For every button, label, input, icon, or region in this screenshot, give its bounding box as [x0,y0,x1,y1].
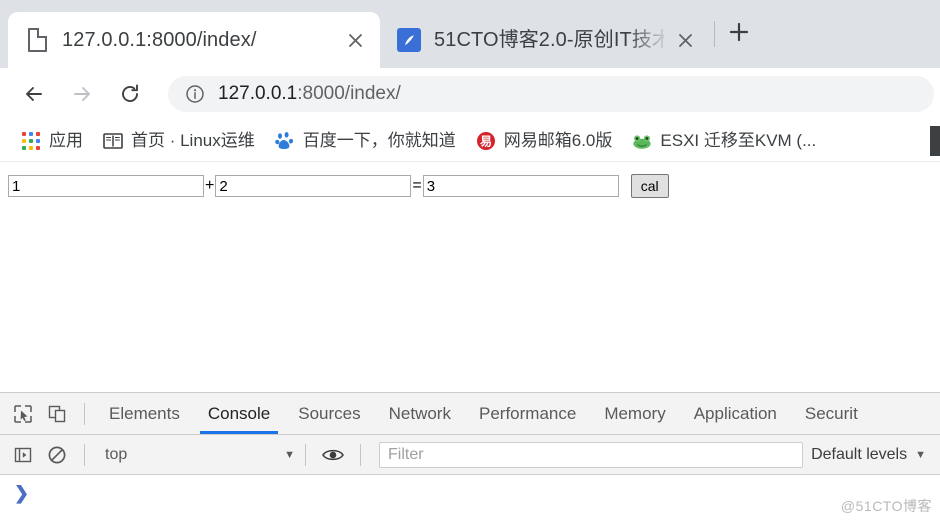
tab-application[interactable]: Application [680,393,791,434]
devtools-tab-label: Application [693,403,777,423]
devtools-tab-label: Securit [804,403,858,423]
tab-separator [714,21,715,47]
bookmark-baidu[interactable]: 百度一下，你就知道 [268,126,463,156]
svg-text:易: 易 [480,134,492,148]
clear-console-icon[interactable] [40,438,74,472]
devtools-toolbar-separator [84,402,85,425]
devtools-tab-label: Performance [478,403,577,423]
bookmark-label: 应用 [49,130,83,150]
operand-a-input[interactable] [8,175,204,197]
url-host: 127.0.0.1 [218,83,298,104]
console-filter-input[interactable]: Filter [379,441,804,468]
tab-title: 127.0.0.1:8000/index/ [62,29,257,51]
tab-performance[interactable]: Performance [465,393,590,434]
tab-memory[interactable]: Memory [590,393,679,434]
bookmark-label: 百度一下，你就知道 [302,130,456,150]
log-levels-selector[interactable]: Default levels ▼ [811,446,940,464]
tab-elements[interactable]: Elements [95,393,194,434]
console-prompt-caret: ❯ [14,483,30,503]
frog-icon [632,131,652,151]
plus-operator-label: + [205,177,215,194]
tab-title: 51CTO博客2.0-原创IT技术文章分 [434,29,664,51]
info-circle-icon[interactable] [184,83,206,105]
reload-button[interactable] [110,74,150,114]
operand-b-input[interactable] [215,175,412,197]
chevron-down-icon: ▼ [284,448,295,461]
devtools-tab-label: Console [207,403,271,423]
execution-context-selector[interactable]: top ▼ [95,446,295,464]
console-toolbar: top ▼ Filter Default levels ▼ [0,435,940,475]
browser-tab-51cto[interactable]: 51CTO博客2.0-原创IT技术文章分 [380,12,710,68]
execution-context-label: top [105,445,128,463]
console-output-area[interactable]: ❯ @51CTO博客 [0,475,940,520]
console-toolbar-separator-1 [84,443,85,466]
bookmark-label: 网易邮箱6.0版 [503,130,613,150]
device-toolbar-icon[interactable] [40,397,74,431]
log-levels-label: Default levels [811,445,908,463]
console-filter-placeholder: Filter [388,445,424,463]
bookmark-netease-mail[interactable]: 易 网易邮箱6.0版 [469,126,620,156]
address-bar[interactable]: 127.0.0.1:8000/index/ [168,76,934,112]
tab-strip: 127.0.0.1:8000/index/ 51CTO博客2.0-原创IT技术文… [0,0,940,68]
apps-grid-icon [21,131,41,151]
baidu-icon [274,131,295,151]
devtools-tab-label: Network [388,403,451,423]
new-tab-button[interactable] [717,10,761,54]
bookmark-label: 首页 · Linux运维 [131,130,255,150]
calculator-form: + = cal [8,174,940,198]
forward-button[interactable] [62,74,102,114]
equals-operator-label: = [412,177,422,194]
result-input[interactable] [422,175,619,197]
bookmarks-overflow-edge[interactable] [930,126,940,156]
live-expression-eye-icon[interactable] [316,438,350,472]
console-toolbar-separator-2 [305,443,306,466]
console-sidebar-icon[interactable] [6,438,40,472]
console-toolbar-separator-3 [360,443,361,466]
51cto-icon [396,27,422,53]
browser-tab-active[interactable]: 127.0.0.1:8000/index/ [8,12,380,68]
netease-mail-icon: 易 [476,131,496,151]
cal-button[interactable]: cal [630,174,669,198]
address-bar-url: 127.0.0.1:8000/index/ [218,83,401,105]
bookmarks-bar: 应用 首页 · Linux运维 百度一下，你就知道 易 网易邮箱6.0版 ESX… [0,120,940,162]
reload-icon [122,84,138,102]
document-icon [24,27,50,53]
forward-arrow-icon [74,87,90,101]
bookmark-linux-home[interactable]: 首页 · Linux运维 [96,126,262,156]
tab-console[interactable]: Console [194,393,284,434]
browser-toolbar: 127.0.0.1:8000/index/ [0,68,940,120]
devtools-tab-label: Elements [109,403,180,423]
devtools-tab-bar: Elements Console Sources Network Perform… [0,393,940,435]
browser-window: 127.0.0.1:8000/index/ 51CTO博客2.0-原创IT技术文… [0,0,940,520]
page-content: + = cal [0,162,940,392]
plus-icon [729,22,749,42]
book-icon [103,131,123,151]
close-icon[interactable] [670,25,700,55]
tab-security[interactable]: Securit [791,393,872,434]
devtools-tab-label: Sources [298,403,361,423]
devtools-panel: Elements Console Sources Network Perform… [0,392,940,520]
inspect-cursor-icon[interactable] [6,397,40,431]
watermark: @51CTO博客 [840,498,932,514]
tab-network[interactable]: Network [375,393,465,434]
chevron-down-icon: ▼ [915,448,926,461]
devtools-tab-label: Memory [604,403,666,423]
close-icon[interactable] [340,25,370,55]
back-button[interactable] [14,74,54,114]
bookmark-apps[interactable]: 应用 [14,126,90,156]
back-arrow-icon [26,87,42,101]
url-path: :8000/index/ [297,83,401,104]
bookmark-esxi-kvm[interactable]: ESXI 迁移至KVM (... [625,126,823,156]
bookmark-label: ESXI 迁移至KVM (... [660,130,817,150]
tab-sources[interactable]: Sources [284,393,374,434]
